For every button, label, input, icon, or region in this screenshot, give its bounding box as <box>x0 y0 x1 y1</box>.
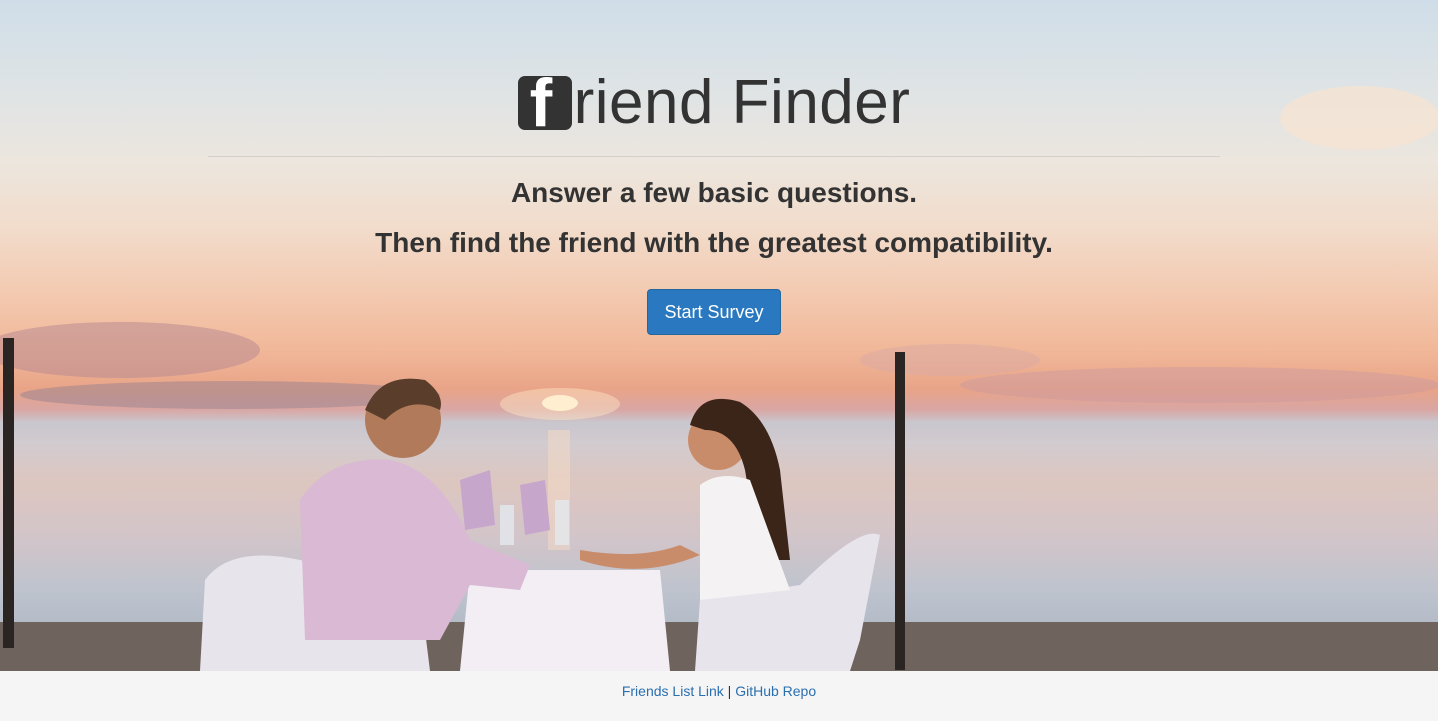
friends-list-link[interactable]: Friends List Link <box>622 683 724 699</box>
facebook-f-icon: f <box>517 69 572 137</box>
footer-separator: | <box>727 683 732 699</box>
brand-title: f riend Finder <box>208 60 1220 144</box>
jumbotron: f riend Finder Answer a few basic questi… <box>208 60 1220 335</box>
hero-section: f riend Finder Answer a few basic questi… <box>0 0 1438 671</box>
brand-text: riend Finder <box>573 67 911 137</box>
footer: Friends List Link | GitHub Repo <box>0 671 1438 721</box>
start-survey-button[interactable]: Start Survey <box>647 289 781 335</box>
github-repo-link[interactable]: GitHub Repo <box>735 683 816 699</box>
divider <box>208 156 1220 157</box>
subtitle-line-1: Answer a few basic questions. <box>510 177 918 208</box>
subtitle-line-2: Then find the friend with the greatest c… <box>375 227 1053 258</box>
brand-letter: f <box>529 65 553 141</box>
